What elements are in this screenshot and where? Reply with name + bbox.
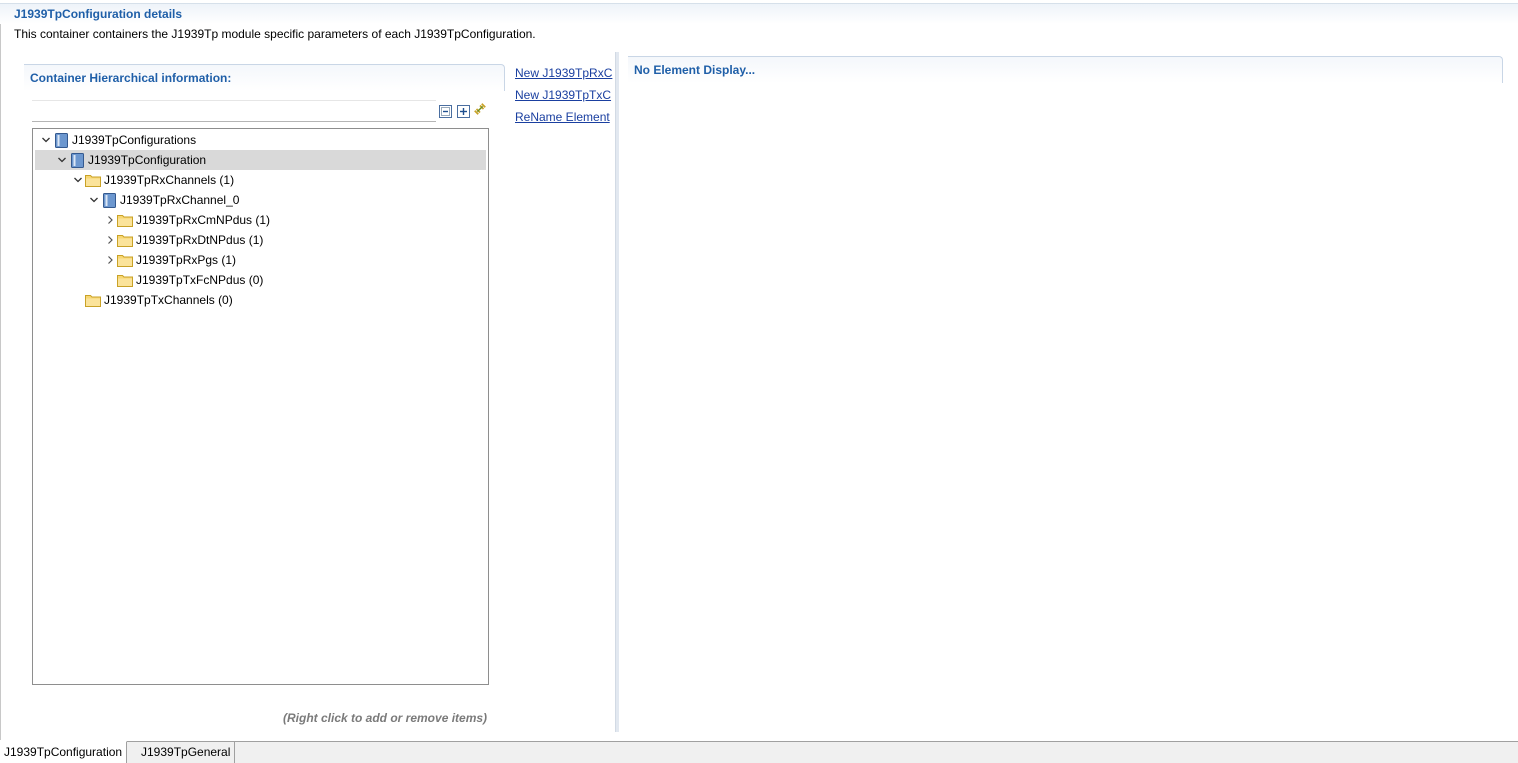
tree-item[interactable]: J1939TpConfiguration xyxy=(35,150,486,170)
container-icon xyxy=(101,192,117,208)
header-bar xyxy=(0,3,1518,24)
tree-item[interactable]: J1939TpConfigurations xyxy=(35,130,486,150)
folder-icon xyxy=(117,252,133,268)
folder-icon xyxy=(85,172,101,188)
link-with-editor-button[interactable] xyxy=(473,102,487,116)
collapse-all-button[interactable] xyxy=(438,104,452,118)
tree-item-label: J1939TpConfigurations xyxy=(72,133,197,147)
tree-item-label: J1939TpRxChannel_0 xyxy=(120,193,240,207)
tree-filter-input[interactable] xyxy=(32,100,436,122)
tree-item-label: J1939TpConfiguration xyxy=(88,153,207,167)
tree-item[interactable]: J1939TpRxChannel_0 xyxy=(35,190,486,210)
tree-item-label: J1939TpRxCmNPdus (1) xyxy=(136,213,271,227)
container-icon xyxy=(69,152,85,168)
tab-j1939tp-general[interactable]: J1939TpGeneral xyxy=(137,742,236,763)
element-section-title: No Element Display... xyxy=(634,63,756,77)
hierarchy-section-header: Container Hierarchical information: xyxy=(24,64,505,91)
chevron-down-icon[interactable] xyxy=(87,193,101,207)
folder-icon xyxy=(117,232,133,248)
expand-all-button[interactable] xyxy=(456,104,470,118)
link-with-editor-icon xyxy=(474,103,486,115)
chevron-down-icon[interactable] xyxy=(55,153,69,167)
tree-item[interactable]: J1939TpRxDtNPdus (1) xyxy=(35,230,486,250)
tree-item[interactable]: J1939TpTxChannels (0) xyxy=(35,290,486,310)
editor-tab-bar: J1939TpConfiguration J1939TpGeneral xyxy=(0,741,1518,763)
tree-item-label: J1939TpRxDtNPdus (1) xyxy=(136,233,264,247)
page-title: J1939TpConfiguration details xyxy=(14,7,183,21)
chevron-down-icon[interactable] xyxy=(71,173,85,187)
tab-j1939tp-configuration[interactable]: J1939TpConfiguration xyxy=(0,741,128,763)
element-section-header: No Element Display... xyxy=(628,56,1503,83)
page-description: This container containers the J1939Tp mo… xyxy=(14,27,536,41)
hierarchy-tree[interactable]: J1939TpConfigurations J1939TpConfiguratio… xyxy=(32,128,489,685)
tree-item-label: J1939TpTxChannels (0) xyxy=(104,293,233,307)
rename-element-link[interactable]: ReName Element xyxy=(515,109,615,131)
tree-item[interactable]: J1939TpRxChannels (1) xyxy=(35,170,486,190)
chevron-right-icon[interactable] xyxy=(103,253,117,267)
chevron-right-icon[interactable] xyxy=(103,213,117,227)
folder-icon xyxy=(117,272,133,288)
collapse-all-icon xyxy=(438,104,452,118)
action-links: New J1939TpRxC New J1939TpTxC ReName Ele… xyxy=(515,65,615,131)
folder-icon xyxy=(117,212,133,228)
new-tx-channel-link[interactable]: New J1939TpTxC xyxy=(515,87,615,109)
expand-all-icon xyxy=(456,104,470,118)
chevron-right-icon[interactable] xyxy=(103,233,117,247)
hierarchy-section-title: Container Hierarchical information: xyxy=(30,71,232,85)
panel-splitter[interactable] xyxy=(615,52,619,732)
tree-item[interactable]: J1939TpRxPgs (1) xyxy=(35,250,486,270)
tree-item-label: J1939TpTxFcNPdus (0) xyxy=(136,273,264,287)
tree-item-label: J1939TpRxPgs (1) xyxy=(136,253,237,267)
editor-window: J1939TpConfiguration details This contai… xyxy=(0,0,1518,763)
tree-item-label: J1939TpRxChannels (1) xyxy=(104,173,235,187)
folder-icon xyxy=(85,292,101,308)
container-icon xyxy=(53,132,69,148)
tree-item[interactable]: J1939TpRxCmNPdus (1) xyxy=(35,210,486,230)
tree-item[interactable]: J1939TpTxFcNPdus (0) xyxy=(35,270,486,290)
left-border xyxy=(0,24,1,740)
new-rx-channel-link[interactable]: New J1939TpRxC xyxy=(515,65,615,87)
right-click-hint: (Right click to add or remove items) xyxy=(283,711,488,725)
chevron-down-icon[interactable] xyxy=(39,133,53,147)
